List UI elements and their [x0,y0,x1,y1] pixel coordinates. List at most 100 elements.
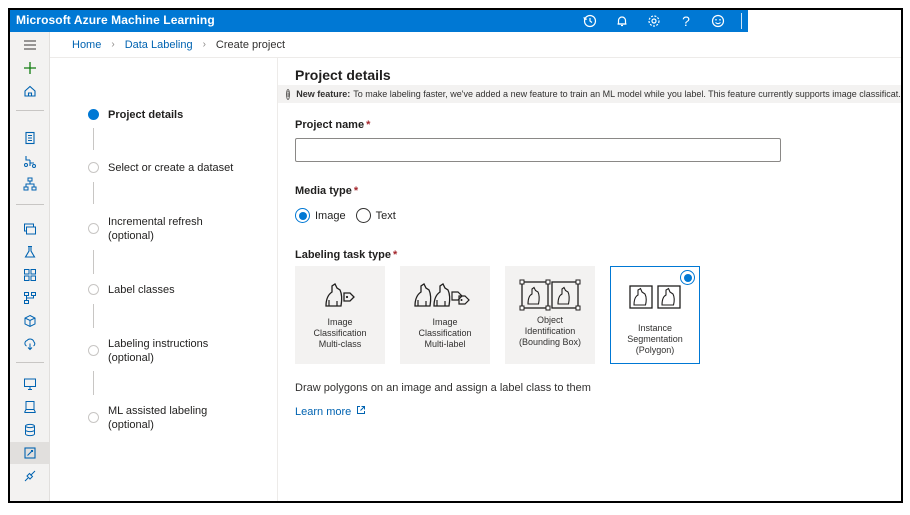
gear-icon[interactable] [645,12,663,30]
topbar-divider [741,13,742,29]
task-tile-object-identification[interactable]: Object Identification (Bounding Box) [505,266,595,364]
task-tile-image-multilabel[interactable]: Image Classification Multi-label [400,266,490,364]
info-banner-strong: New feature: [296,89,351,99]
datastores-icon[interactable] [10,419,50,441]
media-type-label-text: Media type [295,185,352,197]
step-label-line: Labeling instructions [108,338,209,350]
nav-separator [16,362,44,363]
project-name-input[interactable] [295,138,781,162]
bell-icon[interactable] [613,12,631,30]
step-label-sublabel: (optional) [108,230,154,242]
tile-label-line: Image [327,317,353,327]
environments-icon[interactable] [10,396,50,418]
automl-icon[interactable] [10,150,50,172]
step-label: Incremental refresh (optional) [108,215,203,243]
tile-label: Image Classification Multi-label [402,317,488,350]
data-labeling-icon[interactable] [10,442,50,464]
app-title: Microsoft Azure Machine Learning [16,13,215,27]
step-indicator [88,284,99,295]
chevron-right-icon: › [202,39,206,50]
wizard-steps: Project details Select or create a datas… [50,58,278,501]
pipelines-icon[interactable] [10,264,50,286]
learn-more-link[interactable]: Learn more [295,405,366,418]
task-description: Draw polygons on an image and assign a l… [295,382,591,394]
step-connector [93,128,94,150]
breadcrumb-data-labeling[interactable]: Data Labeling [125,39,193,51]
learn-more-text[interactable]: Learn more [295,406,351,418]
step-label-line: ML assisted labeling [108,405,208,417]
tile-label: Object Identification (Bounding Box) [507,315,593,348]
step-connector [93,371,94,395]
nav-separator [16,204,44,205]
required-marker: * [353,185,359,197]
step-indicator [88,162,99,173]
task-type-label: Labeling task type * [295,249,397,261]
tile-radio-checked[interactable] [680,270,695,285]
compute-icon[interactable] [10,373,50,395]
info-banner-text: To make labeling faster, we've added a n… [353,89,901,99]
smiley-icon[interactable] [709,12,727,30]
step-label: Project details [108,109,184,121]
step-label-sublabel: (optional) [108,352,154,364]
history-icon[interactable] [581,12,599,30]
tile-label-line: Segmentation [627,334,683,344]
designer-icon[interactable] [10,173,50,195]
radio-button[interactable] [355,208,371,223]
task-type-label-text: Labeling task type [295,249,391,261]
tile-label-line: Object [536,315,563,325]
media-type-text-option[interactable]: Text [355,208,396,223]
tile-label-line: Instance [637,323,673,333]
nav-separator [16,110,44,111]
linked-services-icon[interactable] [10,465,50,487]
tile-label-line: Classification [313,328,367,338]
media-type-image-option[interactable]: Image [295,208,346,223]
app-frame: Microsoft Azure Machine Learning ? Home … [8,8,903,503]
project-name-label-text: Project name [295,119,365,131]
task-type-tiles: Image Classification Multi-class Image C… [295,266,700,364]
project-name-label: Project name * [295,119,370,131]
dogs-tag-icon [412,279,478,311]
step-label: Labeling instructions (optional) [108,337,208,365]
media-type-radio-group: Image Text [295,208,406,223]
radio-button-checked[interactable] [295,208,310,223]
datasets-icon[interactable] [10,218,50,240]
info-banner: i New feature: To make labeling faster, … [278,85,901,103]
help-icon[interactable]: ? [677,12,695,30]
breadcrumb: Home › Data Labeling › Create project [50,32,901,58]
topbar-icons: ? [581,12,742,30]
tile-label: Instance Segmentation (Polygon) [612,323,698,356]
step-label: Select or create a dataset [108,162,234,174]
models-flow-icon[interactable] [10,287,50,309]
media-type-label: Media type * [295,185,358,197]
tile-label-line: Multi-label [424,339,466,349]
step-connector [93,182,94,204]
task-tile-image-multiclass[interactable]: Image Classification Multi-class [295,266,385,364]
models-icon[interactable] [10,310,50,332]
info-icon: i [286,88,291,100]
chevron-right-icon: › [111,39,115,50]
experiments-icon[interactable] [10,241,50,263]
step-indicator [88,223,99,234]
step-connector [93,304,94,328]
step-label-line: Incremental refresh [108,216,203,228]
dog-tag-icon [320,279,360,311]
step-indicator [88,412,99,423]
hamburger-menu-icon[interactable] [10,34,50,56]
breadcrumb-home[interactable]: Home [72,39,101,51]
step-label-sublabel: (optional) [108,419,154,431]
step-connector [93,250,94,274]
tile-label-line: Image [432,317,458,327]
notebook-icon[interactable] [10,127,50,149]
required-marker: * [392,249,398,261]
main-content: Project details i New feature: To make l… [278,58,901,501]
breadcrumb-current: Create project [215,38,286,51]
step-indicator [88,345,99,356]
endpoints-icon[interactable] [10,333,50,355]
home-icon[interactable] [10,80,50,102]
step-label: ML assisted labeling (optional) [108,404,207,432]
radio-label: Text [375,209,396,222]
plus-icon[interactable] [10,57,50,79]
radio-label: Image [315,209,346,222]
task-tile-instance-segmentation[interactable]: Instance Segmentation (Polygon) [610,266,700,364]
external-link-icon [356,405,366,418]
